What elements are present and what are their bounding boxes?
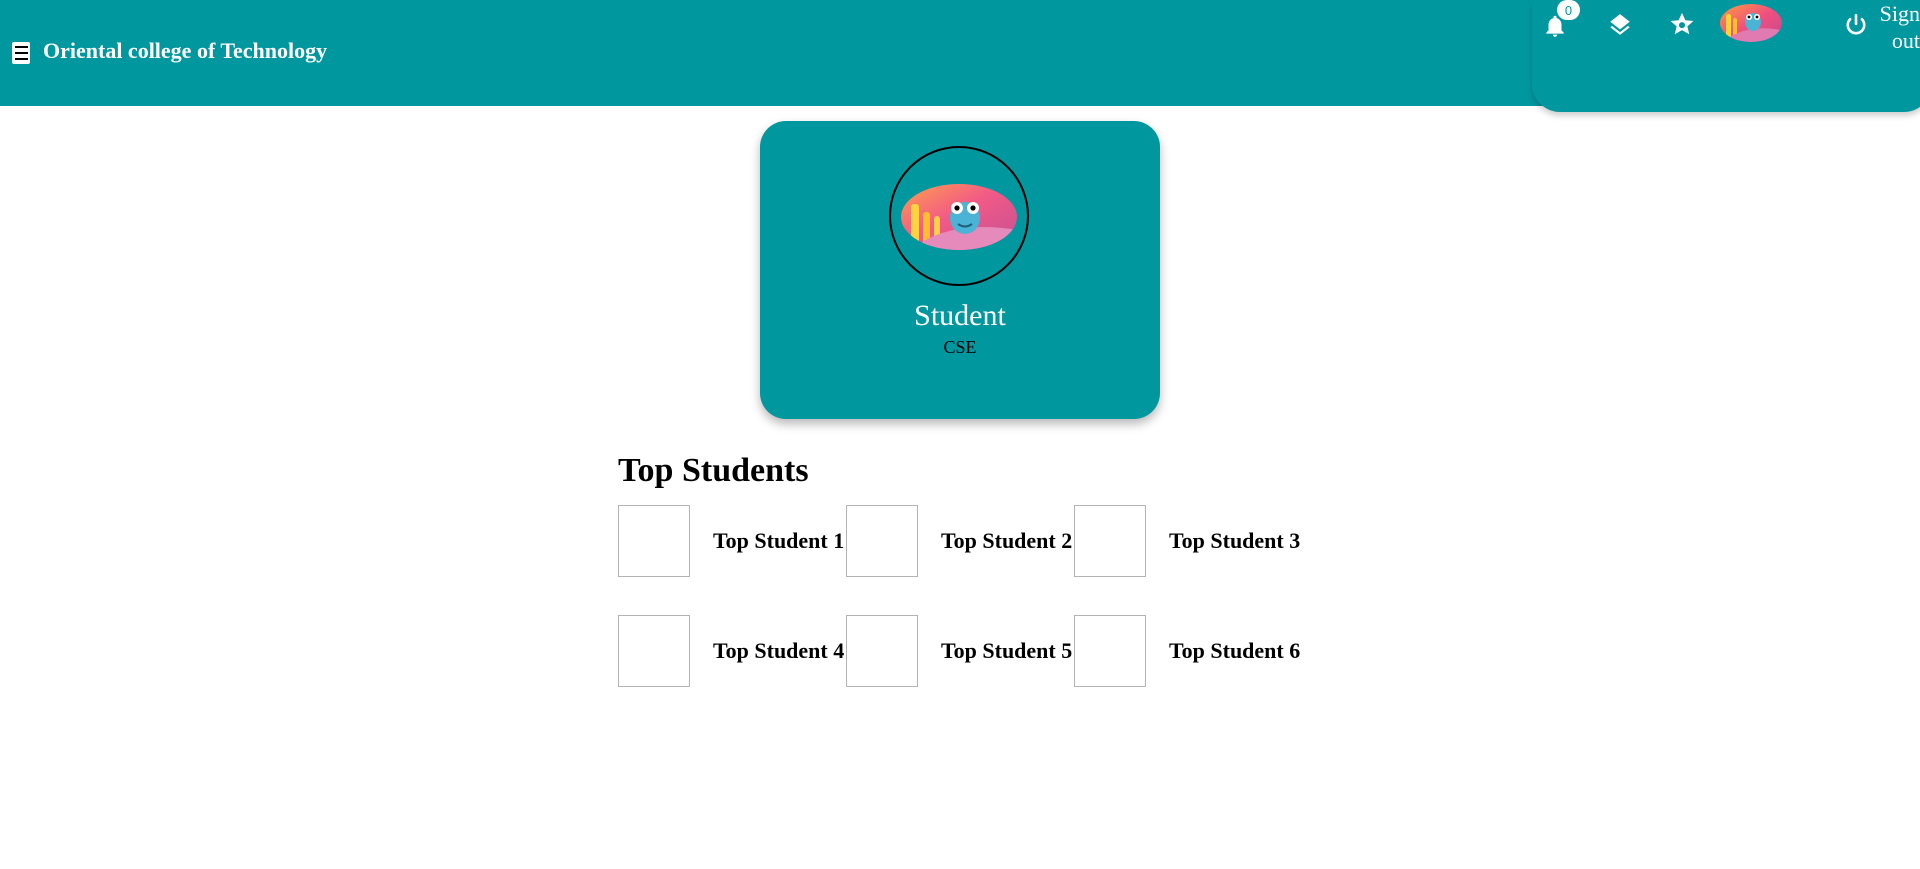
- profile-department: CSE: [943, 337, 977, 357]
- student-photo-5[interactable]: [846, 615, 918, 687]
- student-name-2[interactable]: Top Student 2: [941, 528, 1072, 554]
- notification-count-badge: 0: [1557, 0, 1580, 20]
- profile-card: Student CSE: [760, 121, 1160, 419]
- student-photo-1[interactable]: [618, 505, 690, 577]
- student-name-3[interactable]: Top Student 3: [1169, 528, 1300, 554]
- student-name-1[interactable]: Top Student 1: [713, 528, 844, 554]
- hamburger-menu-icon[interactable]: [12, 42, 30, 64]
- brand-title: Oriental college of Technology: [43, 38, 328, 63]
- student-name-6[interactable]: Top Student 6: [1169, 638, 1300, 664]
- student-photo-6[interactable]: [1074, 615, 1146, 687]
- avatar[interactable]: [1720, 4, 1782, 42]
- star-icon[interactable]: [1668, 10, 1696, 38]
- layers-icon[interactable]: [1607, 12, 1633, 38]
- student-name-4[interactable]: Top Student 4: [713, 638, 844, 664]
- student-photo-2[interactable]: [846, 505, 918, 577]
- profile-avatar-frame: [889, 146, 1029, 286]
- profile-avatar: [901, 184, 1017, 250]
- student-photo-4[interactable]: [618, 615, 690, 687]
- power-icon[interactable]: [1843, 12, 1869, 38]
- top-students-heading: Top Students: [618, 452, 809, 489]
- student-photo-3[interactable]: [1074, 505, 1146, 577]
- student-name-5[interactable]: Top Student 5: [941, 638, 1072, 664]
- sign-out-button[interactable]: Sign out: [1868, 0, 1920, 54]
- profile-role: Student: [914, 299, 1006, 332]
